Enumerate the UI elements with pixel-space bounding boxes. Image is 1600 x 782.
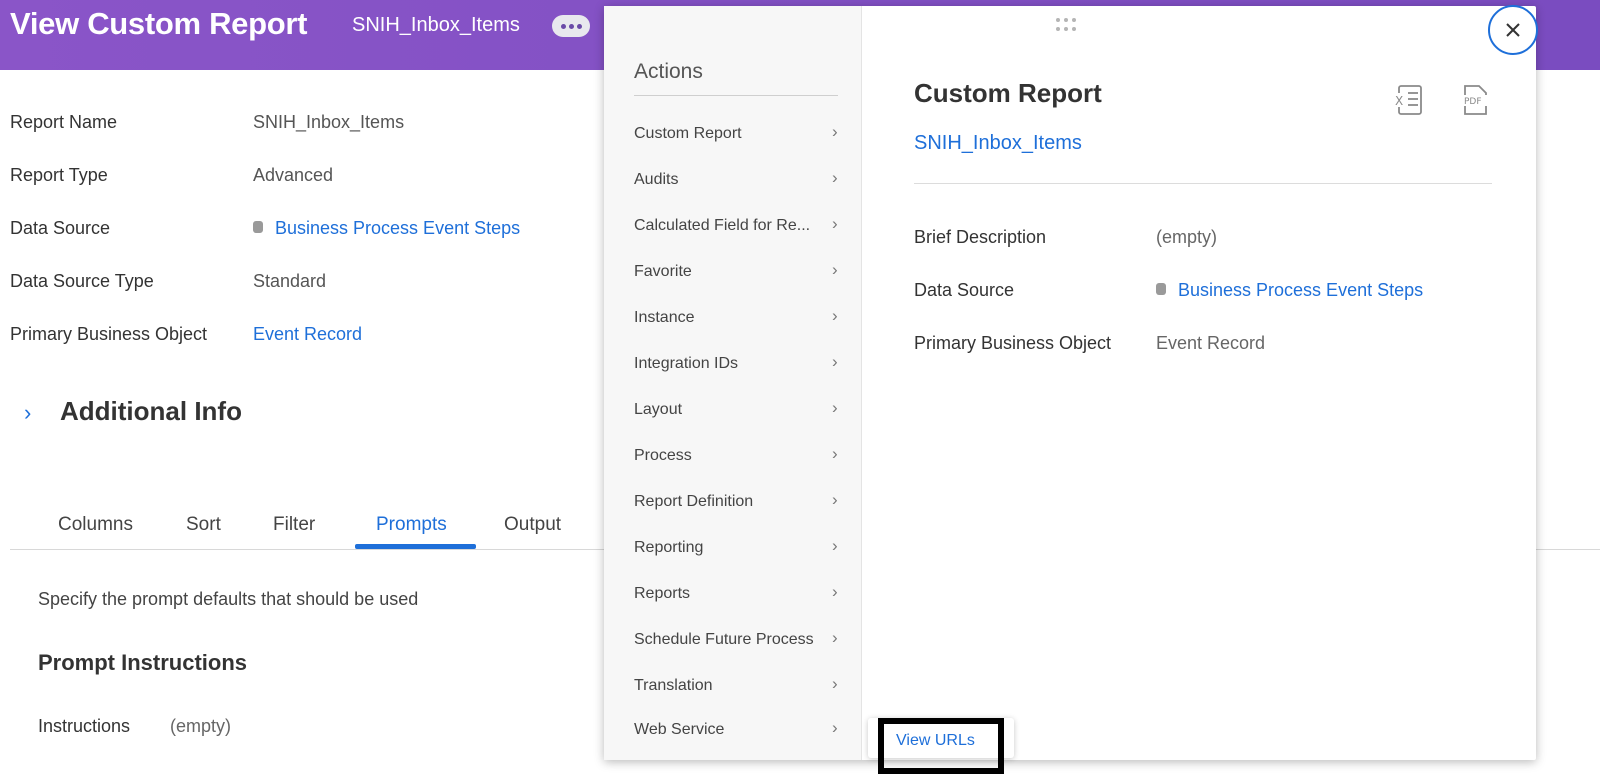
chevron-right-icon: › [832,168,838,187]
action-item-calculated-field[interactable]: Calculated Field for Re... › [634,214,844,239]
chevron-right-icon: › [832,214,838,233]
detail-label: Report Type [10,165,108,185]
drag-handle-icon[interactable] [1056,18,1078,32]
action-item-integration-ids[interactable]: Integration IDs › [634,352,844,377]
action-item-schedule-future-process[interactable]: Schedule Future Process › [634,628,844,653]
primary-business-object-link[interactable]: Event Record [1156,333,1265,354]
instructions-label: Instructions [38,716,131,736]
action-item-reports[interactable]: Reports › [634,582,844,607]
database-icon [253,221,263,234]
report-name-link[interactable]: SNIH_Inbox_Items [914,132,1082,155]
action-item-favorite[interactable]: Favorite › [634,260,844,285]
chevron-right-icon: › [832,718,838,737]
action-label: Integration IDs [634,355,739,372]
action-label: Reports [634,585,691,602]
action-item-audits[interactable]: Audits › [634,168,844,193]
action-label: Translation [634,677,713,694]
close-button[interactable] [1488,5,1538,55]
data-source-link[interactable]: Business Process Event Steps [275,218,520,238]
chevron-right-icon: › [832,582,838,601]
chevron-right-icon: › [832,628,838,647]
excel-icon-text: X [1395,94,1403,108]
action-label: Report Definition [634,493,754,510]
pdf-icon-text: PDF [1464,97,1482,107]
action-item-instance[interactable]: Instance › [634,306,844,331]
prompt-instructions-heading: Prompt Instructions [38,650,248,675]
detail-value: Standard [253,271,327,291]
action-item-process[interactable]: Process › [634,444,844,469]
divider [634,95,838,96]
database-icon [1156,283,1166,296]
chevron-right-icon: › [832,122,838,141]
primary-business-object-link[interactable]: Event Record [253,324,362,345]
page-title: View Custom Report [10,6,308,41]
page-subtitle: SNIH_Inbox_Items [352,14,520,36]
action-label: Custom Report [634,125,742,142]
tab-filter[interactable]: Filter [273,514,315,536]
detail-label: Report Name [10,112,118,132]
action-label: Calculated Field for Re... [634,217,811,234]
tab-output[interactable]: Output [504,514,561,536]
action-label: Web Service [634,721,725,738]
data-source-value: Business Process Event Steps [253,218,520,239]
additional-info-title: Additional Info [60,396,242,426]
actions-title: Actions [634,60,703,83]
tab-columns[interactable]: Columns [58,514,133,536]
close-icon [1506,23,1520,37]
related-actions-popup: Actions Custom Report › Audits › Calcula… [604,6,1536,760]
detail-label: Primary Business Object [914,333,1112,353]
data-source-value: Business Process Event Steps [1156,280,1423,301]
detail-label: Brief Description [914,227,1047,247]
prompt-description: Specify the prompt defaults that should … [38,589,419,609]
data-source-link[interactable]: Business Process Event Steps [1178,280,1423,300]
action-item-layout[interactable]: Layout › [634,398,844,423]
chevron-right-icon: › [832,444,838,463]
chevron-right-icon: › [24,400,32,425]
chevron-right-icon: › [832,306,838,325]
action-item-report-definition[interactable]: Report Definition › [634,490,844,515]
ellipsis-icon[interactable] [552,15,590,37]
detail-label: Primary Business Object [10,324,208,344]
action-label: Layout [634,401,683,418]
detail-label: Data Source [914,280,1015,300]
action-label: Schedule Future Process [634,631,814,648]
chevron-right-icon: › [832,536,838,555]
highlight-box [878,718,1004,774]
detail-value: SNIH_Inbox_Items [253,112,405,132]
divider [914,183,1492,184]
chevron-right-icon: › [832,490,838,509]
action-label: Audits [634,171,679,188]
detail-value: (empty) [1156,227,1218,247]
chevron-right-icon: › [832,398,838,417]
detail-value: Advanced [253,165,334,185]
action-label: Process [634,447,692,464]
tab-prompts[interactable]: Prompts [376,514,447,536]
action-label: Instance [634,309,695,326]
detail-label: Data Source [10,218,111,238]
actions-menu: Actions Custom Report › Audits › Calcula… [604,6,862,760]
active-tab-indicator [355,544,476,549]
pdf-export-icon[interactable]: PDF [1462,84,1488,116]
detail-label: Data Source Type [10,271,154,291]
action-item-translation[interactable]: Translation › [634,674,844,699]
action-item-custom-report[interactable]: Custom Report › [634,122,844,147]
action-item-web-service[interactable]: Web Service › [634,718,844,743]
detail-title: Custom Report [914,78,1102,108]
instructions-value: (empty) [170,716,232,736]
chevron-right-icon: › [832,260,838,279]
action-item-reporting[interactable]: Reporting › [634,536,844,561]
chevron-right-icon: › [832,674,838,693]
excel-export-icon[interactable]: X [1394,84,1424,116]
action-label: Reporting [634,539,704,556]
action-label: Favorite [634,263,692,280]
chevron-right-icon: › [832,352,838,371]
tab-sort[interactable]: Sort [186,514,221,536]
